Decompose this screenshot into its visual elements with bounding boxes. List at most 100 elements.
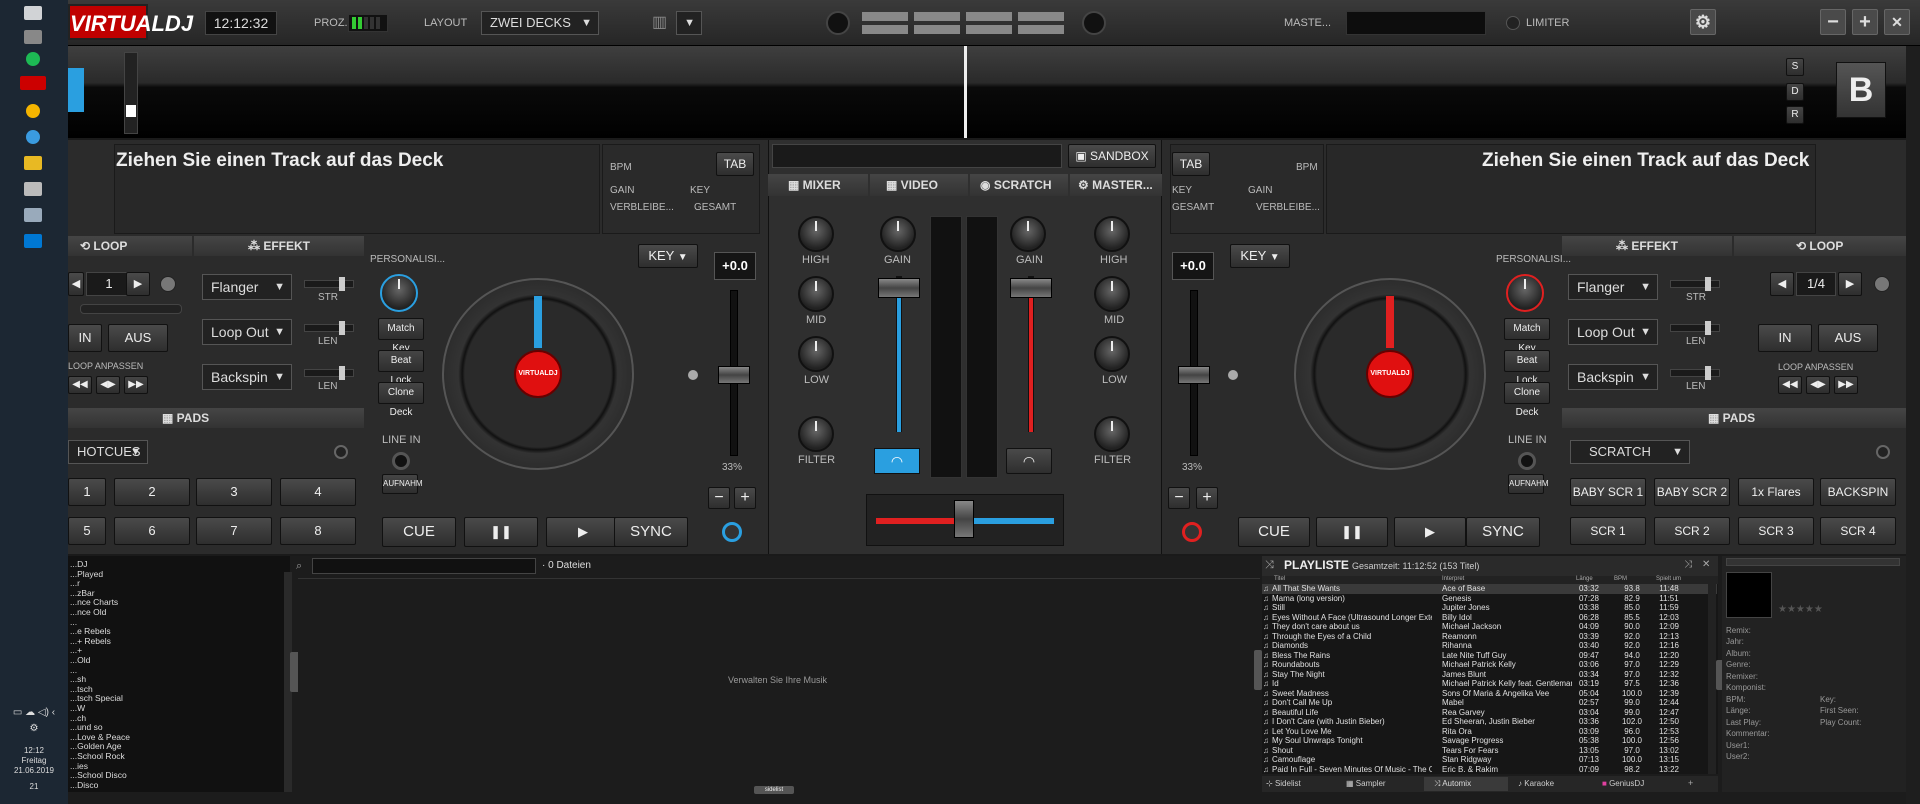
tab-automix[interactable]: ⤨ Automix: [1434, 779, 1471, 789]
deck-b-loop-shift-both-button[interactable]: ◀▶: [1806, 376, 1830, 394]
deck-a-pads-led[interactable]: [334, 445, 348, 459]
table-row[interactable]: ♫ Roundabouts Michael Patrick Kelly 03:06 97…: [1262, 660, 1717, 670]
folder-tree-item[interactable]: ...+ Rebels: [70, 636, 111, 646]
deck-a-volume-fader-cap[interactable]: [878, 278, 920, 298]
deck-a-loop-next-button[interactable]: ▶: [126, 272, 150, 296]
folder-tree-item[interactable]: ...School Rock: [70, 751, 125, 761]
deck-a-pitch-plus-button[interactable]: +: [734, 487, 756, 509]
deck-a-fx1-slider[interactable]: [304, 277, 354, 291]
deck-b-personalize-knob[interactable]: [1506, 274, 1544, 312]
deck-b-tab-button[interactable]: TAB: [1172, 152, 1210, 176]
tab-scratch[interactable]: ◉ SCRATCH: [970, 174, 1068, 196]
deck-a-beat-lock-button[interactable]: Beat Lock: [378, 350, 424, 386]
tab-video[interactable]: ▦ VIDEO: [870, 174, 968, 196]
virtualdj-taskbar-icon[interactable]: [20, 76, 46, 90]
deck-b-pad-1[interactable]: BABY SCR 1: [1570, 478, 1646, 506]
table-row[interactable]: ♫ Sweet Madness Sons Of Maria & Angelika V…: [1262, 689, 1717, 699]
table-row[interactable]: ♫ Id Michael Patrick Kelly feat. Gentleman…: [1262, 679, 1717, 689]
folder-tree-item[interactable]: ...Golden Age: [70, 741, 122, 751]
deck-a-pad-4[interactable]: 4: [280, 478, 356, 506]
file-list[interactable]: [298, 578, 1260, 792]
table-row[interactable]: ♫ Beautiful Life Rea Garvey 03:04 99.0 12:47: [1262, 708, 1717, 718]
deck-b-pad-5[interactable]: SCR 1: [1570, 517, 1646, 545]
settings-tray-icon[interactable]: ⚙: [0, 724, 68, 734]
deck-b-loop-prev-button[interactable]: ◀: [1770, 272, 1794, 296]
deck-a-pad-1[interactable]: 1: [68, 478, 106, 506]
automix-side-tab[interactable]: [1254, 650, 1262, 690]
table-row[interactable]: ♫ Bless The Rains Late Nite Tuff Guy 09:47 9…: [1262, 651, 1717, 661]
folder-tree-item[interactable]: ...Old: [70, 655, 90, 665]
edge-icon[interactable]: [26, 130, 40, 144]
folder-tree-item[interactable]: ...ch: [70, 713, 86, 723]
waveform-icon[interactable]: ▥: [652, 12, 674, 34]
deck-b-pad-3[interactable]: 1x Flares: [1738, 478, 1814, 506]
search-input[interactable]: [312, 558, 536, 574]
column-header[interactable]: Interpret: [1442, 576, 1464, 582]
deck-b-sync-led[interactable]: [1182, 522, 1202, 542]
deck-b-pad-6[interactable]: SCR 2: [1654, 517, 1730, 545]
deck-b-loop-size[interactable]: 1/4: [1796, 272, 1836, 296]
deck-b-fx2-slider[interactable]: [1670, 321, 1720, 335]
deck-b-pad-4[interactable]: BACKSPIN: [1820, 478, 1896, 506]
deck-a-record-button[interactable]: AUFNAHM: [382, 474, 423, 494]
column-header[interactable]: Titel: [1274, 576, 1285, 582]
app-icon[interactable]: [24, 182, 42, 196]
deck-b-pitch-plus-button[interactable]: +: [1196, 487, 1218, 509]
playlist-table[interactable]: ♫ All That She Wants Ace of Base 03:32 93.8 1…: [1262, 584, 1718, 774]
deck-b-pad-2[interactable]: BABY SCR 2: [1654, 478, 1730, 506]
deck-b-pause-button[interactable]: ❚❚: [1316, 517, 1388, 547]
tab-sampler[interactable]: ▦ Sampler: [1346, 779, 1386, 788]
column-header[interactable]: Spielt um: [1656, 576, 1681, 582]
folder-tree-item[interactable]: ...ies: [70, 761, 88, 771]
table-row[interactable]: ♫ I Don't Care (with Justin Bieber) Ed She…: [1262, 717, 1717, 727]
deck-a-pause-button[interactable]: ❚❚: [464, 517, 538, 547]
folder-tree-item[interactable]: ...nce Old: [70, 607, 106, 617]
table-row[interactable]: ♫ Don't Call Me Up Mabel 02:57 99.0 12:44: [1262, 698, 1717, 708]
deck-b-gain-knob[interactable]: [1010, 216, 1046, 252]
deck-b-filter-knob[interactable]: [1094, 416, 1130, 452]
info-slider[interactable]: [1726, 558, 1900, 566]
deck-b-beat-lock-button[interactable]: Beat Lock: [1504, 350, 1550, 386]
notification-icon[interactable]: 21: [0, 782, 68, 792]
deck-b-pad-8[interactable]: SCR 4: [1820, 517, 1896, 545]
deck-a-personalize-knob[interactable]: [380, 274, 418, 312]
folder-tree-item[interactable]: ...sh: [70, 674, 86, 684]
tab-sidelist[interactable]: ⊹ Sidelist: [1266, 779, 1301, 788]
minimize-button[interactable]: −: [1820, 9, 1846, 35]
table-row[interactable]: ♫ Mama (long version) Genesis 07:28 82.9 11:5…: [1262, 594, 1717, 604]
app-icon[interactable]: [24, 208, 42, 222]
deck-a-fx2-dropdown[interactable]: Loop Out ▼: [202, 319, 292, 345]
folder-tree-item[interactable]: ...DJ: [70, 559, 87, 569]
column-header[interactable]: BPM: [1614, 576, 1627, 582]
deck-a-match-key-button[interactable]: Match Key: [378, 318, 424, 354]
deck-a-loop-shift-both-button[interactable]: ◀▶: [96, 376, 120, 394]
table-row[interactable]: ♫ Paid In Full - Seven Minutes Of Music -…: [1262, 765, 1717, 775]
deck-b-pitch-minus-button[interactable]: −: [1168, 487, 1190, 509]
tray-icons[interactable]: ▭ ☁ ◁) ‹: [0, 708, 68, 718]
deck-b-clone-deck-button[interactable]: Clone Deck: [1504, 382, 1550, 418]
explorer-icon[interactable]: [24, 156, 42, 170]
start-icon[interactable]: [24, 6, 42, 20]
deck-b-loop-roll-icon[interactable]: [1874, 276, 1890, 292]
rec-indicator-right[interactable]: [1082, 11, 1106, 35]
deck-a-eq-low-knob[interactable]: [798, 336, 834, 372]
deck-a-loop-shift-right-button[interactable]: ▶▶: [124, 376, 148, 394]
rec-indicator-left[interactable]: [826, 11, 850, 35]
crossfader-cap[interactable]: [954, 500, 974, 538]
deck-a-pitch-fader-cap[interactable]: [718, 366, 750, 384]
deck-b-eq-high-knob[interactable]: [1094, 216, 1130, 252]
table-row[interactable]: ♫ Shout Tears For Fears 13:05 97.0 13:02: [1262, 746, 1717, 756]
deck-b-fx2-dropdown[interactable]: Loop Out ▼: [1568, 319, 1658, 345]
folder-tree-item[interactable]: ...+: [70, 645, 82, 655]
table-row[interactable]: ♫ Still Jupiter Jones 03:38 85.0 11:59: [1262, 603, 1717, 613]
folder-tree-item[interactable]: ...School Disco: [70, 770, 127, 780]
deck-a-cue-button[interactable]: CUE: [382, 517, 456, 547]
folder-tree-item[interactable]: ...W: [70, 703, 85, 713]
deck-b-loop-shift-left-button[interactable]: ◀◀: [1778, 376, 1802, 394]
folder-tree-item[interactable]: ...tsch: [70, 684, 93, 694]
deck-b-d-button[interactable]: D: [1786, 83, 1804, 101]
deck-a-loop-shift-left-button[interactable]: ◀◀: [68, 376, 92, 394]
folder-tree[interactable]: ...DJ ...Played ...r ...zBar ...nce Charts..…: [68, 556, 290, 792]
deck-b-loop-in-button[interactable]: IN: [1758, 324, 1812, 352]
folder-tree-item[interactable]: ...nce Charts: [70, 597, 118, 607]
